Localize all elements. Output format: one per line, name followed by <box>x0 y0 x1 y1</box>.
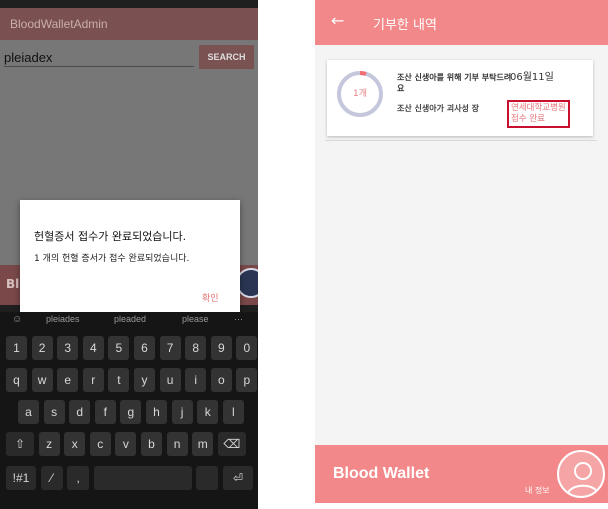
key-4-5[interactable]: ⏎ <box>223 466 253 490</box>
key-1-6[interactable]: u <box>159 368 181 392</box>
band-text: Bl <box>6 277 20 291</box>
search-button[interactable]: SEARCH <box>199 45 254 69</box>
key-2-0[interactable]: a <box>18 400 39 424</box>
key-1-9[interactable]: p <box>236 368 258 392</box>
donation-card[interactable]: 1개 조산 신생아를 위해 기부 부탁드려요 조산 신생아가 괴사성 장 06월… <box>327 60 593 136</box>
key-1-4[interactable]: t <box>108 368 130 392</box>
key-2-1[interactable]: s <box>43 400 65 424</box>
suggestion-3[interactable]: please <box>182 314 209 324</box>
key-2-7[interactable]: k <box>197 400 219 424</box>
key-3-8[interactable]: ⌫ <box>217 432 246 456</box>
soft-keyboard: ☺ pleiades pleaded please ··· 1234567890… <box>0 312 258 509</box>
key-3-4[interactable]: v <box>115 432 137 456</box>
key-0-0[interactable]: 1 <box>6 336 27 360</box>
key-0-8[interactable]: 9 <box>210 336 232 360</box>
key-2-8[interactable]: l <box>222 400 244 424</box>
header-bar: ← 기부한 내역 <box>315 0 608 45</box>
key-3-5[interactable]: b <box>141 432 162 456</box>
key-3-3[interactable]: c <box>89 432 111 456</box>
key-4-0[interactable]: !#1 <box>6 466 36 490</box>
key-4-2[interactable]: , <box>67 466 90 490</box>
app-bar: BloodWalletAdmin <box>0 8 258 40</box>
key-4-3[interactable] <box>93 466 192 490</box>
key-3-2[interactable]: x <box>64 432 86 456</box>
dialog-title: 헌혈증서 접수가 완료되었습니다. <box>34 230 187 243</box>
app-title: BloodWalletAdmin <box>10 17 108 31</box>
key-2-6[interactable]: j <box>171 400 193 424</box>
suggestion-2[interactable]: pleaded <box>114 314 146 324</box>
key-4-1[interactable]: ⁄ <box>40 466 63 490</box>
page-title: 기부한 내역 <box>373 18 437 33</box>
status-badge: 연세대학교병원 접수 완료 <box>507 100 570 128</box>
key-0-5[interactable]: 6 <box>134 336 155 360</box>
key-0-9[interactable]: 0 <box>236 336 258 360</box>
emoji-icon[interactable]: ☺ <box>12 314 22 325</box>
key-3-6[interactable]: n <box>166 432 188 456</box>
key-1-3[interactable]: r <box>82 368 104 392</box>
key-4-4[interactable] <box>196 466 219 490</box>
admin-phone-screen: BloodWalletAdmin SEARCH Bl 헌혈증서 접수가 완료되었… <box>0 0 258 509</box>
user-phone-screen: ← 기부한 내역 1개 조산 신생아를 위해 기부 부탁드려요 조산 신생아가 … <box>315 0 608 509</box>
dialog-ok-button[interactable]: 확인 <box>202 291 219 304</box>
key-3-0[interactable]: ⇧ <box>6 432 34 456</box>
key-1-8[interactable]: o <box>210 368 232 392</box>
card-date: 06월11일 <box>510 72 554 83</box>
key-1-1[interactable]: w <box>31 368 53 392</box>
key-1-0[interactable]: q <box>6 368 27 392</box>
key-3-7[interactable]: m <box>192 432 214 456</box>
key-0-1[interactable]: 2 <box>31 336 53 360</box>
avatar[interactable] <box>557 450 605 498</box>
more-icon[interactable]: ··· <box>234 314 243 324</box>
confirmation-dialog: 헌혈증서 접수가 완료되었습니다. 1 개의 헌혈 증서가 접수 완료되었습니다… <box>20 200 240 312</box>
my-info-label[interactable]: 내 정보 <box>525 485 550 496</box>
suggestion-bar: ☺ pleiades pleaded please ··· <box>0 312 258 330</box>
key-1-5[interactable]: y <box>134 368 155 392</box>
divider <box>325 140 597 141</box>
donation-count: 1개 <box>352 89 367 99</box>
dialog-message: 1 개의 헌혈 증서가 접수 완료되었습니다. <box>34 254 190 264</box>
key-2-5[interactable]: h <box>146 400 167 424</box>
suggestion-1[interactable]: pleiades <box>46 314 80 324</box>
key-1-2[interactable]: e <box>57 368 79 392</box>
receipt-status: 접수 완료 <box>511 114 545 124</box>
key-3-1[interactable]: z <box>38 432 60 456</box>
key-0-2[interactable]: 3 <box>57 336 79 360</box>
key-2-2[interactable]: d <box>69 400 91 424</box>
key-0-6[interactable]: 7 <box>159 336 181 360</box>
key-0-7[interactable]: 8 <box>185 336 207 360</box>
hospital-name: 연세대학교병원 <box>511 103 566 113</box>
card-subtitle: 조산 신생아가 괴사성 장 <box>397 104 479 113</box>
brand-name: Blood Wallet <box>333 465 430 482</box>
key-1-7[interactable]: i <box>185 368 207 392</box>
back-arrow-icon[interactable]: ← <box>331 11 344 30</box>
key-2-4[interactable]: g <box>120 400 142 424</box>
search-input[interactable] <box>4 45 194 67</box>
key-0-4[interactable]: 5 <box>108 336 130 360</box>
key-2-3[interactable]: f <box>94 400 116 424</box>
card-title: 조산 신생아를 위해 기부 부탁드려요 <box>397 73 512 93</box>
key-0-3[interactable]: 4 <box>82 336 104 360</box>
